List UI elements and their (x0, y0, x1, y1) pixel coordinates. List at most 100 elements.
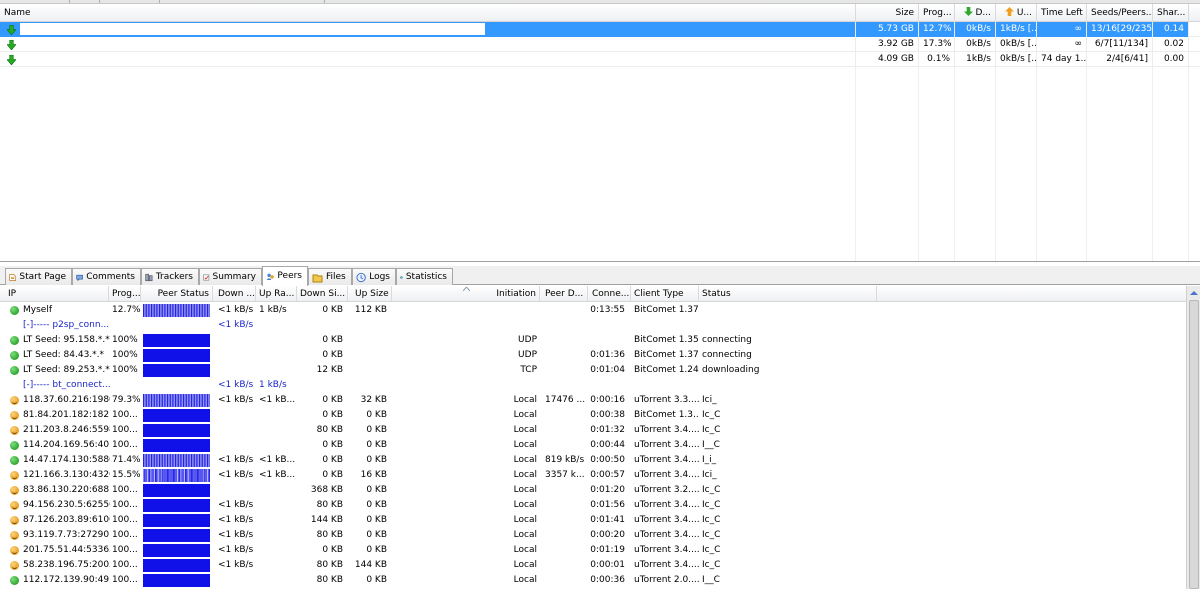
peer-down-size: 0 KB (322, 335, 343, 345)
peer-up-size: 144 KB (354, 560, 387, 570)
peer-row[interactable]: 118.37.60.216:1980879.3% <1 kB/s <1 kB... 0… (0, 393, 1186, 408)
peer-row[interactable]: 58.238.196.75:20053100... <1 kB/s 80 KB 144… (0, 558, 1186, 573)
peer-status-icon (10, 546, 19, 555)
tab-summary[interactable]: Summary (199, 268, 262, 285)
torrent-name-cell[interactable] (0, 37, 856, 52)
peer-progress: 100... (112, 500, 138, 510)
tab-logs[interactable]: Logs (352, 268, 396, 285)
column-status[interactable]: Status (699, 286, 877, 302)
peer-group-label[interactable]: [-]----- p2sp_conn... (20, 318, 110, 333)
peers-vertical-scrollbar[interactable] (1186, 286, 1200, 589)
torrent-list[interactable]: Name Size Prog... D... U... Time Left Se… (0, 4, 1200, 262)
column-name[interactable]: Name (0, 4, 856, 22)
torrent-list-header: Name Size Prog... D... U... Time Left Se… (0, 4, 1200, 22)
column-progress[interactable]: Prog... (919, 4, 955, 22)
column-share-ratio[interactable]: Shar... (1153, 4, 1189, 22)
tab-files[interactable]: Files (308, 268, 352, 285)
peer-group-row[interactable]: [-]----- p2sp_conn... <1 kB/s (0, 318, 1186, 333)
peer-row[interactable]: 94.156.230.5:62556 100... <1 kB/s 80 KB 0 KB… (0, 498, 1186, 513)
tab-label: Start Page (19, 271, 66, 282)
torrent-size: 3.92 GB (856, 37, 919, 52)
tab-label: Statistics (405, 271, 447, 282)
peer-down-size: 0 KB (322, 470, 343, 480)
peer-progress: 100... (112, 575, 138, 585)
peer-row[interactable]: LT Seed: 84.43.*.* 100% 0 KB UDP 0:01:36 BitC… (0, 348, 1186, 363)
peer-download-speed: 819 kB/s (545, 455, 585, 465)
peer-connected-time: 0:00:16 (590, 395, 625, 405)
peer-down-size: 80 KB (316, 575, 343, 585)
column-peer-status[interactable]: Peer Status (141, 286, 213, 302)
downloading-status-icon (7, 55, 16, 65)
peer-row[interactable]: LT Seed: 89.253.*.* 100% 12 KB TCP 0:01:04 Bi… (0, 363, 1186, 378)
peer-down-size: 12 KB (316, 365, 343, 375)
column-ip[interactable]: IP (5, 286, 109, 302)
column-down-rate[interactable]: Down ... (215, 286, 256, 302)
peer-status-icon (10, 561, 19, 570)
peer-ip: 14.47.174.130:58867 (23, 455, 110, 465)
peer-row[interactable]: Myself 12.7% <1 kB/s 1 kB/s 0 KB 112 KB 0:13:5… (0, 303, 1186, 318)
tab-start-page[interactable]: Start Page (5, 268, 72, 285)
column-up-size[interactable]: Up Size (352, 286, 392, 302)
torrent-share-ratio: 0.02 (1153, 37, 1189, 52)
tab-comments[interactable]: Comments (72, 268, 141, 285)
tab-peers[interactable]: Peers (262, 266, 308, 286)
peer-up-rate (256, 528, 298, 543)
column-download-rate[interactable]: D... (955, 4, 996, 22)
column-seeds-peers[interactable]: Seeds/Peers... (1087, 4, 1153, 22)
column-peer-progress[interactable]: Prog... (109, 286, 141, 302)
peer-status-text: Ic_C (702, 485, 721, 495)
peer-up-rate (256, 558, 298, 573)
peers-table[interactable]: IP Prog... Peer Status Down ... Up Ra...… (0, 286, 1200, 589)
peer-row[interactable]: 112.172.139.90:49... 100... 80 KB 0 KB Local… (0, 573, 1186, 588)
column-down-size[interactable]: Down Si... (297, 286, 348, 302)
scroll-up-arrow-icon[interactable] (1189, 288, 1199, 298)
peer-row[interactable]: LT Seed: 95.158.*.* 100% 0 KB UDP BitComet 1… (0, 333, 1186, 348)
peer-row[interactable]: 93.119.7.73:27290 100... <1 kB/s 80 KB 0 KB L… (0, 528, 1186, 543)
peer-progress: 100% (112, 365, 138, 375)
peer-row[interactable]: 87.126.203.89:61064100... <1 kB/s 144 KB 0 … (0, 513, 1186, 528)
column-up-rate[interactable]: Up Ra... (256, 286, 297, 302)
peer-client-type: uTorrent 3.4.... (634, 440, 699, 450)
torrent-row[interactable]: 5.73 GB 12.7% 0kB/s 1kB/s [... ∞ 13/16[29/235… (0, 22, 1200, 37)
peer-group-label[interactable]: [-]----- bt_connect... (20, 378, 110, 393)
column-time-left[interactable]: Time Left (1037, 4, 1087, 22)
peer-connected-time: 0:01:20 (590, 485, 625, 495)
peer-row[interactable]: 14.47.174.130:5886771.4% <1 kB/s <1 kB... 0… (0, 453, 1186, 468)
column-connected-time[interactable]: Conne... (589, 286, 631, 302)
peer-connected-time: 0:00:44 (590, 440, 625, 450)
tab-trackers[interactable]: Trackers (141, 268, 199, 285)
peer-up-size: 0 KB (366, 455, 387, 465)
scrollbar-thumb[interactable] (1189, 300, 1199, 589)
peer-row[interactable]: 201.75.51.44:53365 100... <1 kB/s 0 KB 0 KB L… (0, 543, 1186, 558)
peer-row[interactable]: 211.203.8.246:55986100... 80 KB 0 KB Local 0… (0, 423, 1186, 438)
peer-progress: 79.3% (112, 395, 141, 405)
peer-up-size: 32 KB (360, 395, 387, 405)
tab-statistics[interactable]: Statistics (396, 268, 453, 285)
torrent-row[interactable]: 3.92 GB 17.3% 0kB/s 0kB/s [... ∞ 6/7[11/134] 0… (0, 37, 1200, 52)
column-peer-download[interactable]: Peer D... (542, 286, 588, 302)
peer-status-bar (143, 499, 210, 512)
seed-status-icon (10, 306, 19, 315)
torrent-up-rate: 0kB/s [... (996, 52, 1037, 67)
peer-row[interactable]: 114.204.169.56:40... 100... 0 KB 0 KB Local 0… (0, 438, 1186, 453)
column-upload-rate[interactable]: U... (996, 4, 1037, 22)
peer-download-speed (542, 558, 590, 573)
peer-download-speed (542, 303, 590, 318)
peer-up-rate (256, 318, 298, 333)
column-size[interactable]: Size (856, 4, 919, 22)
peer-row[interactable]: 81.84.201.182:18213100... 0 KB 0 KB Local 0:… (0, 408, 1186, 423)
peer-initiation (392, 303, 540, 318)
column-client-type[interactable]: Client Type (631, 286, 699, 302)
peer-down-size: 0 KB (322, 440, 343, 450)
torrent-row[interactable]: 4.09 GB 0.1% 1kB/s 0kB/s [... 74 day 1... 2/4… (0, 52, 1200, 67)
peer-row[interactable]: 83.86.130.220:6881 100... 368 KB 0 KB Local 0… (0, 483, 1186, 498)
peers-table-header: IP Prog... Peer Status Down ... Up Ra...… (0, 286, 1186, 302)
peer-up-rate (256, 348, 298, 363)
peer-status-bar (143, 334, 210, 347)
peer-initiation: Local (513, 410, 537, 420)
torrent-name-cell[interactable] (0, 22, 856, 37)
torrent-name-cell[interactable] (0, 52, 856, 67)
peer-down-size: 144 KB (310, 515, 343, 525)
peer-row[interactable]: 121.166.3.130:4326815.5% <1 kB/s <1 kB... 0… (0, 468, 1186, 483)
peer-group-row[interactable]: [-]----- bt_connect... <1 kB/s 1 kB/s (0, 378, 1186, 393)
